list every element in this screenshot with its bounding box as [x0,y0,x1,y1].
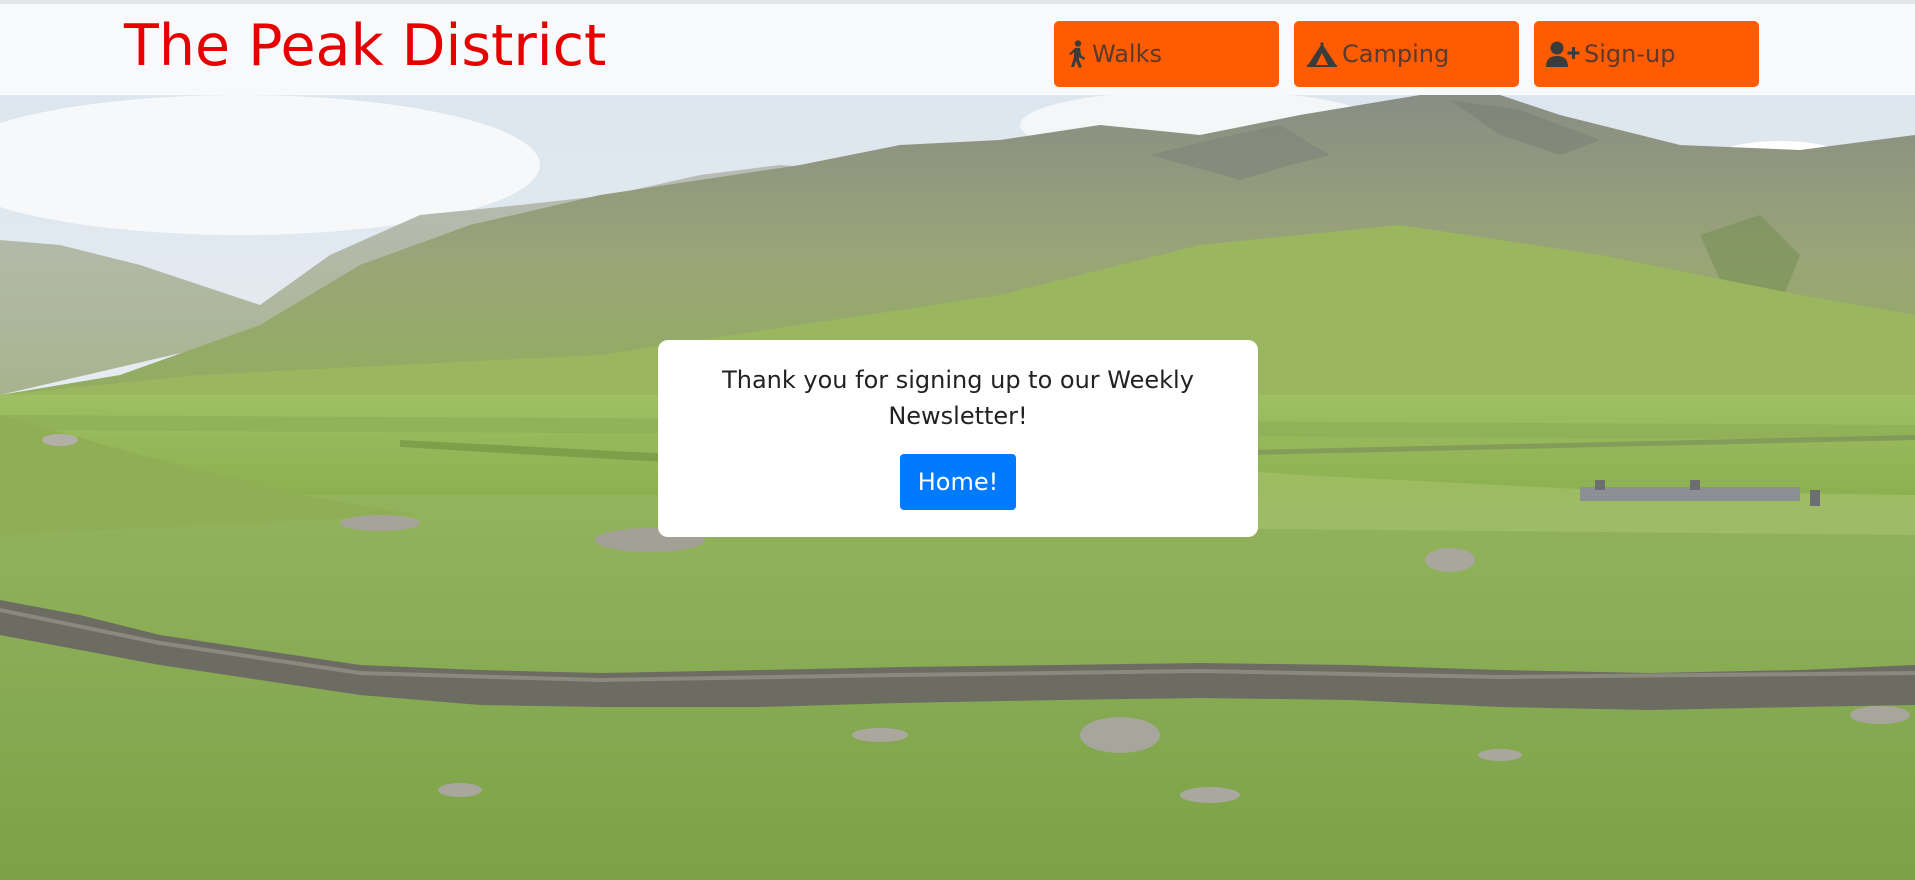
nav-walks-label: Walks [1092,40,1162,68]
nav-signup-button[interactable]: Sign-up [1534,21,1759,87]
nav-signup-label: Sign-up [1584,40,1676,68]
navbar: The Peak District Walks Camping Sign-up [0,4,1915,95]
nav-camping-button[interactable]: Camping [1294,21,1519,87]
home-button[interactable]: Home! [899,454,1017,510]
confirmation-card: Thank you for signing up to our Weekly N… [658,340,1258,537]
person-walking-icon [1066,40,1088,68]
hero-landscape-image: Thank you for signing up to our Weekly N… [0,95,1915,880]
tent-icon [1306,41,1338,67]
brand-title[interactable]: The Peak District [124,8,606,84]
confirmation-message: Thank you for signing up to our Weekly N… [722,366,1194,430]
nav-camping-label: Camping [1342,40,1450,68]
user-plus-icon [1546,41,1580,67]
nav-walks-button[interactable]: Walks [1054,21,1279,87]
